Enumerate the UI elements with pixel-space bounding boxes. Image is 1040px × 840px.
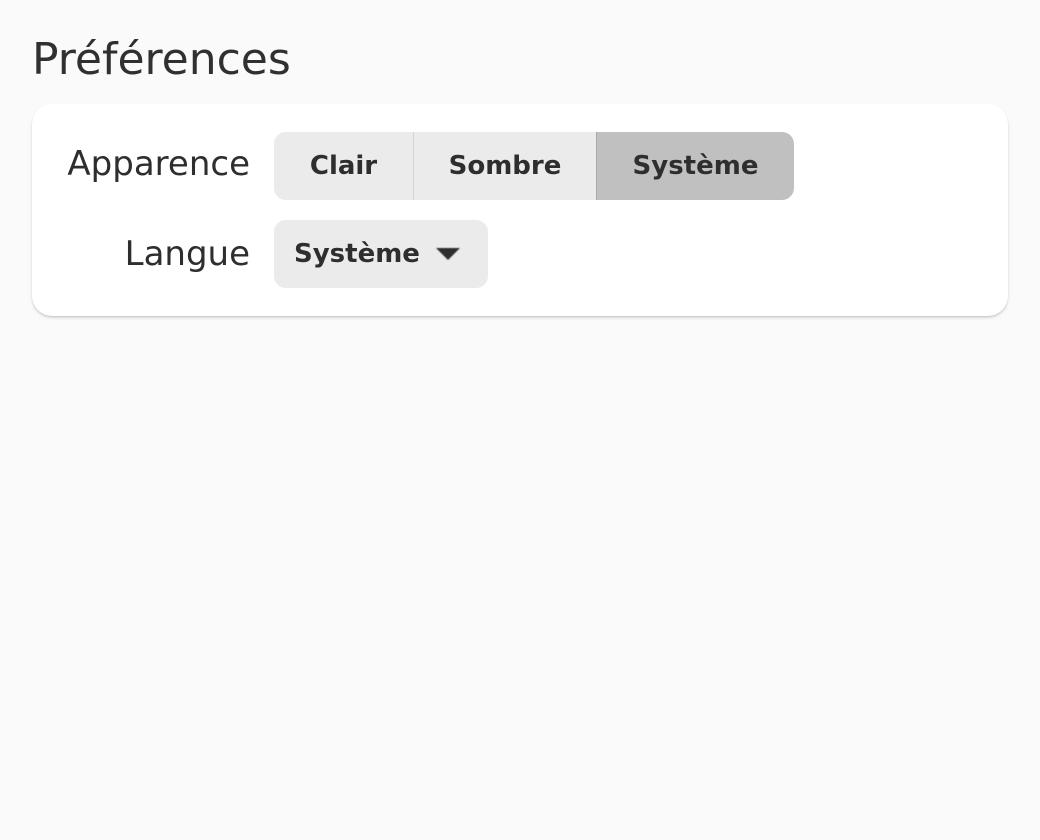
appearance-segmented-control: Clair Sombre Système bbox=[274, 132, 794, 200]
appearance-option-system[interactable]: Système bbox=[596, 132, 794, 200]
appearance-option-light[interactable]: Clair bbox=[274, 132, 413, 200]
appearance-option-dark[interactable]: Sombre bbox=[413, 132, 596, 200]
language-dropdown[interactable]: Système bbox=[274, 220, 488, 288]
language-dropdown-value: Système bbox=[294, 239, 420, 269]
language-label: Langue bbox=[124, 234, 250, 274]
appearance-label: Apparence bbox=[67, 144, 250, 184]
page-title: Préférences bbox=[32, 34, 291, 85]
preferences-card: Apparence Clair Sombre Système Langue Sy… bbox=[32, 104, 1008, 316]
chevron-down-icon bbox=[435, 248, 460, 260]
